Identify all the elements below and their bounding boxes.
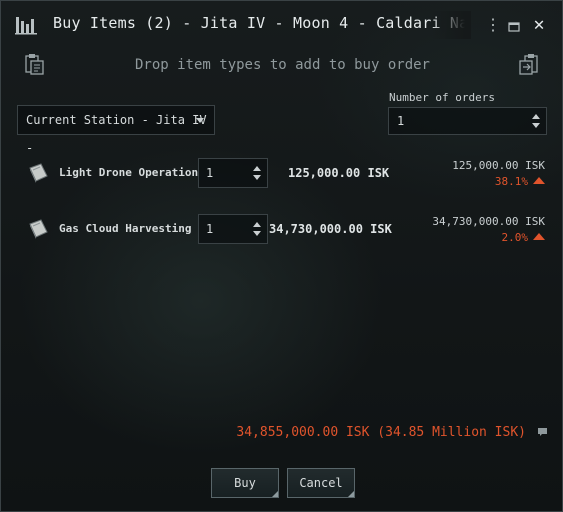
- orders-stepper-icon[interactable]: [532, 114, 540, 128]
- import-clipboard-icon[interactable]: [23, 53, 45, 77]
- buy-button-label: Buy: [234, 476, 256, 490]
- line-total: 125,000.00 ISK: [288, 166, 390, 180]
- quantity-stepper-icon[interactable]: [253, 222, 261, 236]
- drop-hint: Drop item types to add to buy order: [134, 57, 430, 73]
- price-diff-value: 38.1%: [494, 175, 528, 188]
- export-clipboard-icon[interactable]: [518, 53, 540, 77]
- button-corner: [272, 491, 278, 497]
- unit-price: 125,000.00 ISK: [452, 159, 545, 172]
- quantity-input[interactable]: 1: [198, 158, 268, 188]
- kebab-menu-icon[interactable]: ⋮: [485, 15, 501, 35]
- buy-button[interactable]: Buy: [211, 468, 279, 498]
- close-icon[interactable]: ✕: [531, 15, 547, 35]
- station-dropdown[interactable]: Current Station - Jita IV -: [17, 105, 215, 155]
- arrow-up-icon: [533, 177, 545, 184]
- grand-total: 34,855,000.00 ISK (34.85 Million ISK): [236, 425, 526, 440]
- item-name: Light Drone Operation: [59, 166, 199, 179]
- skillbook-icon: [29, 219, 48, 239]
- market-orders-icon: [15, 17, 37, 35]
- orders-label: Number of orders: [389, 91, 495, 104]
- item-name: Gas Cloud Harvesting: [59, 222, 192, 235]
- orders-count-input[interactable]: 1: [388, 107, 547, 135]
- price-diff: 2.0%: [395, 231, 545, 244]
- skillbook-icon: [29, 163, 48, 183]
- quantity-input[interactable]: 1: [198, 214, 268, 244]
- quantity-value: 1: [206, 222, 214, 236]
- arrow-up-icon: [533, 233, 545, 240]
- quantity-value: 1: [206, 166, 214, 180]
- station-dropdown-value: Current Station - Jita IV -: [26, 113, 207, 155]
- title-fade: [431, 11, 471, 39]
- chevron-down-icon: [196, 118, 204, 123]
- button-corner: [348, 491, 354, 497]
- price-diff: 38.1%: [395, 175, 545, 188]
- unit-price: 34,730,000.00 ISK: [432, 215, 545, 228]
- window-title: Buy Items (2) - Jita IV - Moon 4 - Calda…: [53, 14, 465, 32]
- cancel-button-label: Cancel: [299, 476, 343, 490]
- orders-count-value: 1: [397, 114, 405, 128]
- quantity-stepper-icon[interactable]: [253, 166, 261, 180]
- buy-items-window: Buy Items (2) - Jita IV - Moon 4 - Calda…: [0, 0, 563, 512]
- minimize-icon[interactable]: [507, 15, 521, 35]
- line-total: 34,730,000.00 ISK: [269, 222, 392, 236]
- price-diff-value: 2.0%: [501, 231, 529, 244]
- cancel-button[interactable]: Cancel: [287, 468, 355, 498]
- info-note-icon[interactable]: [538, 428, 547, 436]
